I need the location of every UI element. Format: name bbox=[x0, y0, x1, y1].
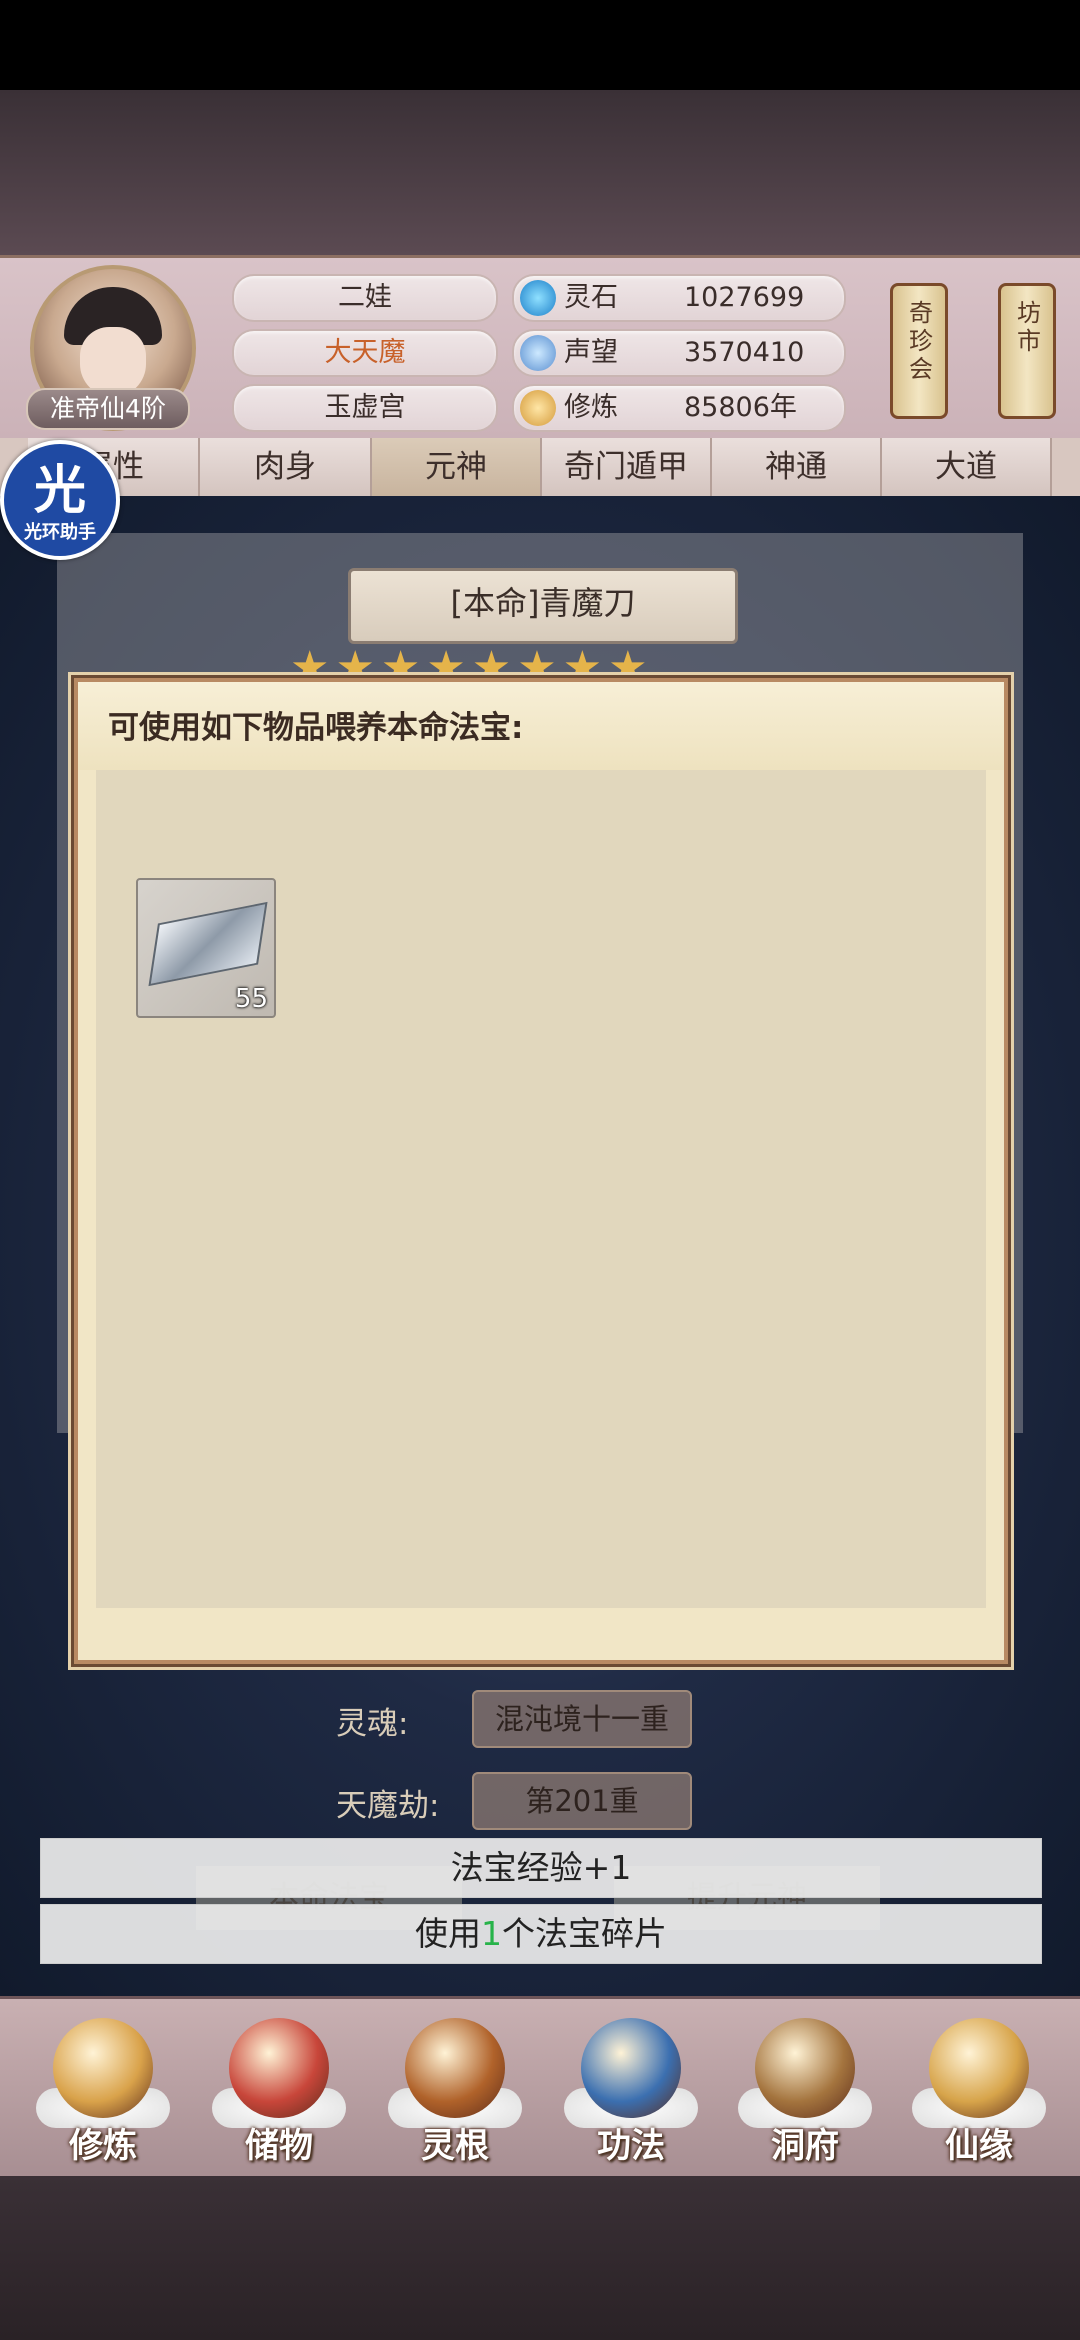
player-name-plate: 二娃 bbox=[232, 274, 498, 322]
nav-label: 洞府 bbox=[771, 2126, 839, 2166]
weapon-name: [本命]青魔刀 bbox=[450, 584, 636, 622]
nav-label: 功法 bbox=[597, 2126, 665, 2166]
use-fragment-toast: 使用1个法宝碎片 bbox=[40, 1904, 1042, 1964]
player-title: 大天魔 bbox=[324, 337, 406, 368]
tab-body[interactable]: 肉身 bbox=[200, 438, 372, 496]
nav-cultivate[interactable]: 修炼 bbox=[28, 2018, 178, 2168]
nav-spirit-root[interactable]: 灵根 bbox=[380, 2018, 530, 2168]
spirit-stone-icon bbox=[520, 280, 556, 316]
toast-count: 1 bbox=[481, 1914, 502, 1953]
feed-artifact-dialog: 可使用如下物品喂养本命法宝: 55 bbox=[74, 678, 1008, 1664]
cultivate-icon bbox=[53, 2018, 153, 2118]
resource-value: 3570410 bbox=[684, 337, 805, 368]
rank-badge: 准帝仙4阶 bbox=[26, 388, 190, 430]
toast-prefix: 使用 bbox=[415, 1914, 481, 1953]
assistant-glyph: 光 bbox=[33, 461, 86, 521]
tab-bar: 属性 肉身 元神 奇门遁甲 神通 大道 bbox=[0, 438, 1080, 498]
cultivation-resource: 修炼 85806年 bbox=[512, 384, 846, 432]
tab-dao[interactable]: 大道 bbox=[882, 438, 1052, 496]
dialog-body: 55 bbox=[96, 770, 986, 1608]
resource-label: 声望 bbox=[564, 337, 618, 368]
bottom-area bbox=[0, 2176, 1080, 2340]
nav-immortal-fate[interactable]: 仙缘 bbox=[904, 2018, 1054, 2168]
nav-label: 灵根 bbox=[421, 2126, 489, 2166]
spirit-stone-resource: 灵石 1027699 bbox=[512, 274, 846, 322]
tab-formation[interactable]: 奇门遁甲 bbox=[542, 438, 712, 496]
resource-value: 85806年 bbox=[684, 392, 797, 423]
resource-label: 修炼 bbox=[564, 392, 618, 423]
tab-soul[interactable]: 元神 bbox=[372, 438, 542, 496]
storage-bag-icon bbox=[229, 2018, 329, 2118]
demon-tribulation-value: 第201重 bbox=[472, 1772, 692, 1830]
player-title-plate: 大天魔 bbox=[232, 329, 498, 377]
assistant-overlay-button[interactable]: 光 光环助手 bbox=[0, 440, 120, 560]
resource-label: 灵石 bbox=[564, 282, 618, 313]
cultivation-icon bbox=[520, 390, 556, 426]
shortcut-label: 坊市 bbox=[1012, 300, 1041, 356]
assistant-label: 光环助手 bbox=[24, 522, 96, 543]
sect-name: 玉虚宫 bbox=[324, 392, 406, 423]
item-count: 55 bbox=[234, 984, 268, 1014]
sect-plate: 玉虚宫 bbox=[232, 384, 498, 432]
reputation-resource: 声望 3570410 bbox=[512, 329, 846, 377]
nav-technique[interactable]: 功法 bbox=[556, 2018, 706, 2168]
toast-suffix: 个法宝碎片 bbox=[502, 1914, 667, 1953]
item-slot[interactable]: 55 bbox=[136, 878, 276, 1018]
demon-tribulation-label: 天魔劫: bbox=[336, 1788, 440, 1824]
cave-mansion-icon bbox=[755, 2018, 855, 2118]
exp-toast: 法宝经验+1 bbox=[40, 1838, 1042, 1898]
nav-storage[interactable]: 储物 bbox=[204, 2018, 354, 2168]
shortcut-label: 奇珍会 bbox=[904, 300, 933, 384]
nav-label: 储物 bbox=[245, 2126, 313, 2166]
spirit-root-icon bbox=[405, 2018, 505, 2118]
top-banner bbox=[0, 90, 1080, 255]
dialog-header: 可使用如下物品喂养本命法宝: bbox=[78, 682, 1004, 770]
tab-abilities[interactable]: 神通 bbox=[712, 438, 882, 496]
soul-label: 灵魂: bbox=[336, 1706, 409, 1742]
treasure-auction-button[interactable]: 奇珍会 bbox=[890, 283, 948, 419]
nav-label: 修炼 bbox=[69, 2126, 137, 2166]
market-button[interactable]: 坊市 bbox=[998, 283, 1056, 419]
status-bar bbox=[0, 0, 1080, 90]
technique-book-icon bbox=[581, 2018, 681, 2118]
resource-value: 1027699 bbox=[684, 282, 805, 313]
dialog-title: 可使用如下物品喂养本命法宝: bbox=[108, 710, 524, 746]
soul-value: 混沌境十一重 bbox=[472, 1690, 692, 1748]
nav-cave[interactable]: 洞府 bbox=[730, 2018, 880, 2168]
weapon-name-plate: [本命]青魔刀 bbox=[348, 568, 738, 644]
artifact-fragment-icon bbox=[148, 901, 268, 987]
reputation-icon bbox=[520, 335, 556, 371]
player-name: 二娃 bbox=[338, 282, 392, 313]
immortal-fate-icon bbox=[929, 2018, 1029, 2118]
nav-label: 仙缘 bbox=[945, 2126, 1013, 2166]
avatar-face bbox=[80, 327, 146, 397]
